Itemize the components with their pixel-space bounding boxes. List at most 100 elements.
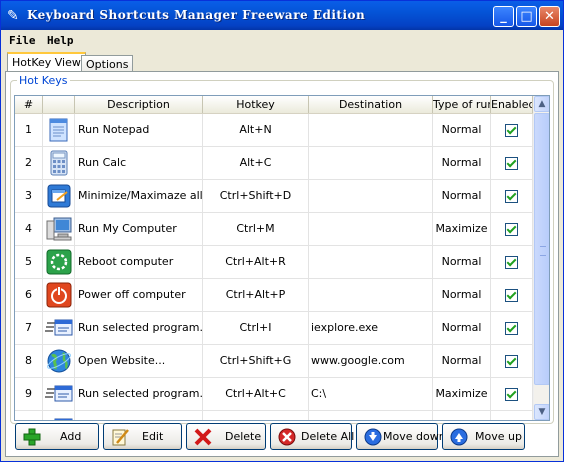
row-hotkey: Ctrl+Shift+D [203,180,309,212]
add-button[interactable]: Add [15,423,99,450]
delete-all-button[interactable]: Delete All [270,423,355,450]
vertical-scrollbar[interactable]: ▲ ▼ [533,96,549,420]
run-program-icon [45,314,73,342]
enabled-checkbox[interactable] [505,288,518,302]
table-row[interactable]: 4 Run My Computer Ctrl+M Maximize [15,213,533,246]
row-number: 6 [15,279,43,311]
row-destination: iexplore.exe [309,312,433,344]
calculator-icon [45,149,73,177]
row-description: Run Notepad [75,114,203,146]
scroll-up-icon[interactable]: ▲ [534,96,549,112]
row-icon-cell [43,180,75,212]
run-program-icon [45,380,73,408]
row-enabled-cell [491,279,533,311]
row-type-of-run [433,411,491,420]
row-enabled-cell [491,378,533,410]
row-enabled-cell [491,345,533,377]
row-hotkey: Ctrl+Alt+R [203,246,309,278]
menu-bar: File Help [1,31,563,51]
tab-options[interactable]: Options [81,55,134,72]
table-row[interactable]: 9 Run selected program... Ctrl+Alt+C C:\ Max… [15,378,533,411]
row-icon-cell [43,345,75,377]
tab-hotkey-view[interactable]: HotKey View [7,52,86,72]
edit-button[interactable]: Edit [103,423,182,450]
window-title: Keyboard Shortcuts Manager Freeware Edit… [27,8,366,22]
title-bar[interactable]: ✎ Keyboard Shortcuts Manager Freeware Ed… [1,1,563,30]
table-row[interactable]: 6 Power off computer Ctrl+Alt+P Normal [15,279,533,312]
table-row[interactable]: 10 [15,411,533,422]
header-description[interactable]: Description [75,96,203,113]
move-up-button-label: Move up [475,430,522,443]
row-description: Run selected program... [75,378,203,410]
row-type-of-run: Normal [433,147,491,179]
notepad-icon [45,116,73,144]
enabled-checkbox[interactable] [505,387,518,401]
table-row[interactable]: 2 Run Calc Alt+C Normal [15,147,533,180]
menu-file[interactable]: File [9,34,36,47]
header-destination[interactable]: Destination [309,96,433,113]
row-number: 9 [15,378,43,410]
row-description: Open Website... [75,345,203,377]
window-toggle-icon [45,182,73,210]
scroll-thumb[interactable] [534,113,549,385]
row-icon-cell [43,312,75,344]
row-destination [309,246,433,278]
enabled-checkbox[interactable] [505,222,518,236]
reboot-icon [45,248,73,276]
menu-help[interactable]: Help [47,34,74,47]
close-button[interactable]: ✕ [539,6,560,27]
enabled-checkbox[interactable] [505,321,518,335]
row-icon-cell [43,411,75,420]
power-off-icon [45,281,73,309]
move-up-button[interactable]: Move up [442,423,525,450]
row-description: Minimize/Maximaze all ... [75,180,203,212]
row-type-of-run: Normal [433,114,491,146]
move-down-button-label: Move down [383,430,446,443]
enabled-checkbox[interactable] [505,354,518,368]
header-enabled[interactable]: Enabled [491,96,533,113]
enabled-checkbox[interactable] [505,123,518,137]
run-program-icon [45,413,73,420]
header-num[interactable]: # [15,96,43,113]
table-row[interactable]: 7 Run selected program... Ctrl+I iexplore.e… [15,312,533,345]
row-icon-cell [43,246,75,278]
enabled-checkbox[interactable] [505,189,518,203]
table-row[interactable]: 3 Minimize/Maximaze all ... Ctrl+Shift+D No… [15,180,533,213]
delete-all-button-label: Delete All [301,430,355,443]
keyboard-pen-icon: ✎ [7,8,19,24]
grid-header: # Description Hotkey Destination Type of… [15,96,533,114]
row-type-of-run: Maximize [433,213,491,245]
table-row[interactable]: 5 Reboot computer Ctrl+Alt+R Normal [15,246,533,279]
move-down-button[interactable]: Move down [356,423,446,450]
arrow-down-icon [364,428,382,446]
header-hotkey[interactable]: Hotkey [203,96,309,113]
row-hotkey [203,411,309,420]
edit-button-label: Edit [142,430,164,443]
header-type-of-run[interactable]: Type of run [433,96,491,113]
row-icon-cell [43,378,75,410]
row-number: 5 [15,246,43,278]
row-enabled-cell [491,312,533,344]
hotkeys-grid[interactable]: # Description Hotkey Destination Type of… [14,95,550,421]
row-enabled-cell [491,213,533,245]
header-icon[interactable] [43,96,75,113]
globe-icon [45,347,73,375]
row-type-of-run: Normal [433,180,491,212]
scroll-down-icon[interactable]: ▼ [534,404,549,420]
table-row[interactable]: 1 Run Notepad Alt+N Normal [15,114,533,147]
enabled-checkbox[interactable] [505,421,518,422]
row-number: 8 [15,345,43,377]
row-type-of-run: Normal [433,312,491,344]
enabled-checkbox[interactable] [505,156,518,170]
table-row[interactable]: 8 Open Website... Ctrl+Shift+G www.google.c… [15,345,533,378]
row-destination [309,213,433,245]
enabled-checkbox[interactable] [505,255,518,269]
minimize-button[interactable]: _ [493,6,514,27]
delete-button-label: Delete [225,430,262,443]
edit-icon [112,429,129,446]
row-enabled-cell [491,180,533,212]
row-description: Run My Computer [75,213,203,245]
row-hotkey: Ctrl+I [203,312,309,344]
maximize-button[interactable]: □ [516,6,537,27]
delete-button[interactable]: Delete [186,423,266,450]
